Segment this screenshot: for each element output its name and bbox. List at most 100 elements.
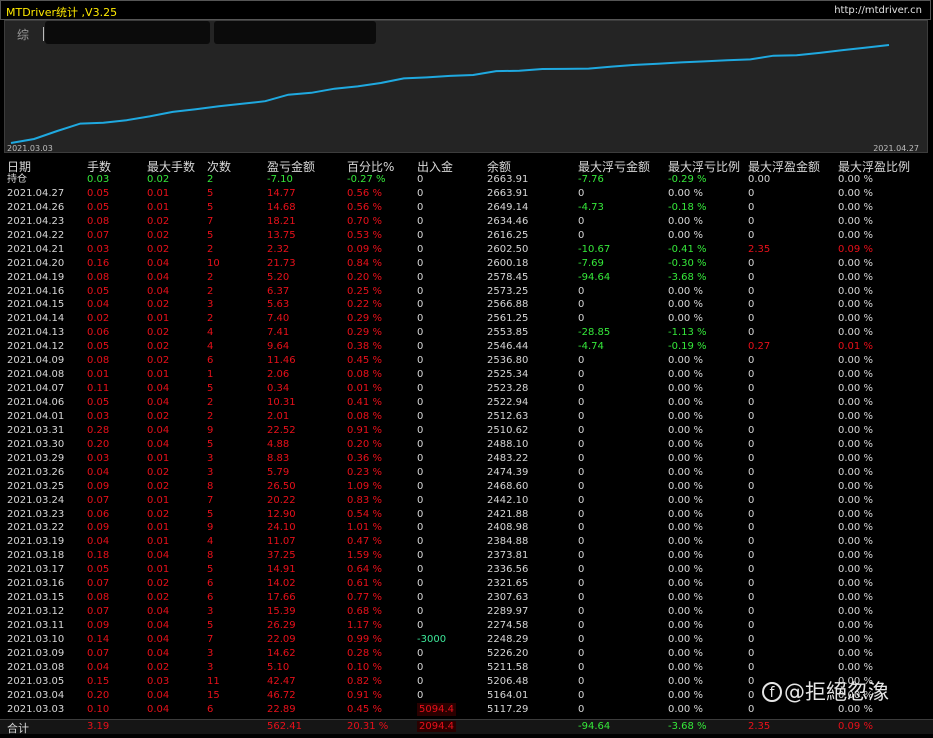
cell-percent: 1.09 % (347, 480, 382, 492)
cell-max-float-profit-pct: 0.00 % (838, 592, 873, 604)
cell-balance: 2408.98 (487, 522, 529, 534)
table-row[interactable]: 2021.04.14 0.02 0.01 2 7.40 0.29 % 0 2561.25 0 0.… (0, 312, 933, 326)
cell-pnl: 0.34 (267, 383, 290, 395)
cell-max-float-loss-pct: 0.00 % (668, 480, 703, 492)
cell-deposit: 0 (417, 508, 424, 520)
cell-trades: 5 (207, 620, 214, 631)
table-row[interactable]: 2021.03.22 0.09 0.01 9 24.10 1.01 % 0 2408.98 0 0… (0, 521, 933, 535)
cell-date: 2021.04.08 (7, 369, 65, 381)
cell-max-float-profit: 0 (748, 229, 755, 241)
table-row[interactable]: 2021.03.09 0.07 0.04 3 14.62 0.28 % 0 5226.20 0 0… (0, 647, 933, 661)
cell-balance: 2525.34 (487, 369, 529, 381)
cell-deposit: 0 (417, 550, 424, 562)
cell-balance: 2663.91 (487, 174, 529, 185)
table-row[interactable]: 2021.03.10 0.14 0.04 7 22.09 0.99 % -3000 2248.… (0, 633, 933, 647)
cell-balance: 5117.29 (487, 703, 529, 715)
cell-max-lots: 0.02 (147, 410, 170, 422)
table-row[interactable]: 2021.03.18 0.18 0.04 8 37.25 1.59 % 0 2373.81 0 0… (0, 549, 933, 563)
cell-trades: 4 (207, 341, 214, 353)
cell-max-float-loss-pct: 0.00 % (668, 508, 703, 520)
table-row[interactable]: 2021.04.22 0.07 0.02 5 13.75 0.53 % 0 2616.25 0 0… (0, 229, 933, 243)
cell-balance: 2321.65 (487, 578, 529, 590)
cell-max-float-loss-pct: 0.00 % (668, 215, 703, 227)
cell-max-float-loss: 0 (578, 410, 585, 422)
table-row[interactable]: 2021.03.11 0.09 0.04 5 26.29 1.17 % 0 2274.58 0 0… (0, 619, 933, 633)
table-row[interactable]: 2021.04.16 0.05 0.04 2 6.37 0.25 % 0 2573.25 0 0.… (0, 285, 933, 299)
cell-deposit: 0 (417, 355, 424, 367)
cell-max-float-profit-pct: 0.00 % (838, 424, 873, 436)
cell-percent: 0.22 % (347, 299, 382, 311)
cell-percent: 0.56 % (347, 201, 382, 213)
table-row[interactable]: 2021.03.26 0.04 0.02 3 5.79 0.23 % 0 2474.39 0 0.… (0, 466, 933, 480)
table-row[interactable]: 2021.04.26 0.05 0.01 5 14.68 0.56 % 0 2649.14 -4… (0, 201, 933, 215)
cell-max-float-profit-pct: 0.00 % (838, 327, 873, 339)
cell-deposit: 0 (417, 438, 424, 450)
website-link[interactable]: http://mtdriver.cn (834, 5, 922, 16)
cell-max-lots: 0.01 (147, 313, 170, 325)
cell-balance: 5164.01 (487, 689, 529, 701)
cell-date: 2021.03.03 (7, 703, 65, 715)
cell-deposit: 0 (417, 452, 424, 464)
table-row[interactable]: 2021.04.23 0.08 0.02 7 18.21 0.70 % 0 2634.46 0 0… (0, 215, 933, 229)
cell-trades: 3 (207, 647, 214, 659)
cell-balance: 2289.97 (487, 606, 529, 618)
table-row[interactable]: 2021.03.15 0.08 0.02 6 17.66 0.77 % 0 2307.63 0 0… (0, 591, 933, 605)
cell-max-float-profit: 0 (748, 508, 755, 520)
cell-date: 2021.03.17 (7, 564, 65, 576)
cell-deposit: 0 (417, 675, 424, 687)
table-row[interactable]: 2021.03.25 0.09 0.02 8 26.50 1.09 % 0 2468.60 0 0… (0, 480, 933, 494)
cell-lots: 0.09 (87, 620, 110, 631)
table-row[interactable]: 2021.03.30 0.20 0.04 5 4.88 0.20 % 0 2488.10 0 0.… (0, 438, 933, 452)
table-row[interactable]: 2021.03.12 0.07 0.04 3 15.39 0.68 % 0 2289.97 0 0… (0, 605, 933, 619)
table-row[interactable]: 2021.03.17 0.05 0.01 5 14.91 0.64 % 0 2336.56 0 0… (0, 563, 933, 577)
cell-pnl: 37.25 (267, 550, 296, 562)
cell-max-float-loss: -7.69 (578, 257, 604, 269)
cell-lots: 0.09 (87, 522, 110, 534)
cell-max-float-profit: 0 (748, 257, 755, 269)
table-row[interactable]: 2021.03.29 0.03 0.01 3 8.83 0.36 % 0 2483.22 0 0.… (0, 452, 933, 466)
cell-date: 2021.04.20 (7, 257, 65, 269)
cell-balance: 2566.88 (487, 299, 529, 311)
table-row[interactable]: 2021.04.19 0.08 0.04 2 5.20 0.20 % 0 2578.45 -94… (0, 271, 933, 285)
cell-max-float-loss-pct: 0.00 % (668, 606, 703, 618)
table-row[interactable]: 2021.04.08 0.01 0.01 1 2.06 0.08 % 0 2525.34 0 0.… (0, 368, 933, 382)
equity-curve (10, 44, 890, 144)
table-row[interactable]: 2021.04.20 0.16 0.04 10 21.73 0.84 % 0 2600.18 -… (0, 257, 933, 271)
table-row[interactable]: 2021.04.06 0.05 0.04 2 10.31 0.41 % 0 2522.94 0 0… (0, 396, 933, 410)
total-max-float-profit-pct: 0.09 % (838, 721, 873, 732)
table-row[interactable]: 2021.04.13 0.06 0.02 4 7.41 0.29 % 0 2553.85 -28… (0, 326, 933, 340)
table-row[interactable]: 2021.04.07 0.11 0.04 5 0.34 0.01 % 0 2523.28 0 0.… (0, 382, 933, 396)
cell-max-float-loss-pct: -0.18 % (668, 201, 707, 213)
table-row[interactable]: 2021.03.19 0.04 0.01 4 11.07 0.47 % 0 2384.88 0 0… (0, 535, 933, 549)
position-row[interactable]: 持仓 0.03 0.02 2 -7.10 -0.27 % 0 2663.91 -7.76 -0.2… (0, 173, 933, 187)
cell-max-float-profit: 0 (748, 647, 755, 659)
cell-lots: 0.06 (87, 327, 110, 339)
table-row[interactable]: 2021.04.01 0.03 0.02 2 2.01 0.08 % 0 2512.63 0 0.… (0, 410, 933, 424)
cell-trades: 2 (207, 271, 214, 283)
cell-max-float-loss: 0 (578, 229, 585, 241)
table-row[interactable]: 2021.04.12 0.05 0.02 4 9.64 0.38 % 0 2546.44 -4.… (0, 340, 933, 354)
cell-max-float-profit-pct: 0.00 % (838, 633, 873, 645)
table-row[interactable]: 2021.03.24 0.07 0.01 7 20.22 0.83 % 0 2442.10 0 0… (0, 494, 933, 508)
cell-lots: 0.03 (87, 174, 110, 185)
cell-max-float-loss-pct: 0.00 % (668, 661, 703, 673)
table-row[interactable]: 2021.04.09 0.08 0.02 6 11.46 0.45 % 0 2536.80 0 0… (0, 354, 933, 368)
cell-date: 2021.03.29 (7, 452, 65, 464)
cell-balance: 2307.63 (487, 592, 529, 604)
cell-max-float-loss: 0 (578, 508, 585, 520)
table-row[interactable]: 2021.03.23 0.06 0.02 5 12.90 0.54 % 0 2421.88 0 0… (0, 508, 933, 522)
table-row[interactable]: 2021.04.15 0.04 0.02 3 5.63 0.22 % 0 2566.88 0 0.… (0, 298, 933, 312)
table-row[interactable]: 2021.04.27 0.05 0.01 5 14.77 0.56 % 0 2663.91 0 0… (0, 187, 933, 201)
table-row[interactable]: 2021.04.21 0.03 0.02 2 2.32 0.09 % 0 2602.50 -10… (0, 243, 933, 257)
table-row[interactable]: 2021.03.08 0.04 0.02 3 5.10 0.10 % 0 5211.58 0 0.… (0, 661, 933, 675)
cell-pnl: 11.46 (267, 355, 296, 367)
cell-date: 2021.03.12 (7, 606, 65, 618)
table-row[interactable]: 2021.03.31 0.28 0.04 9 22.52 0.91 % 0 2510.62 0 0… (0, 424, 933, 438)
table-row[interactable]: 2021.03.16 0.07 0.02 6 14.02 0.61 % 0 2321.65 0 0… (0, 577, 933, 591)
cell-lots: 0.07 (87, 229, 110, 241)
cell-lots: 0.04 (87, 536, 110, 548)
cell-max-float-loss-pct: 0.00 % (668, 689, 703, 701)
cell-deposit: 0 (417, 410, 424, 422)
cell-max-lots: 0.02 (147, 229, 170, 241)
cell-lots: 0.05 (87, 187, 110, 199)
